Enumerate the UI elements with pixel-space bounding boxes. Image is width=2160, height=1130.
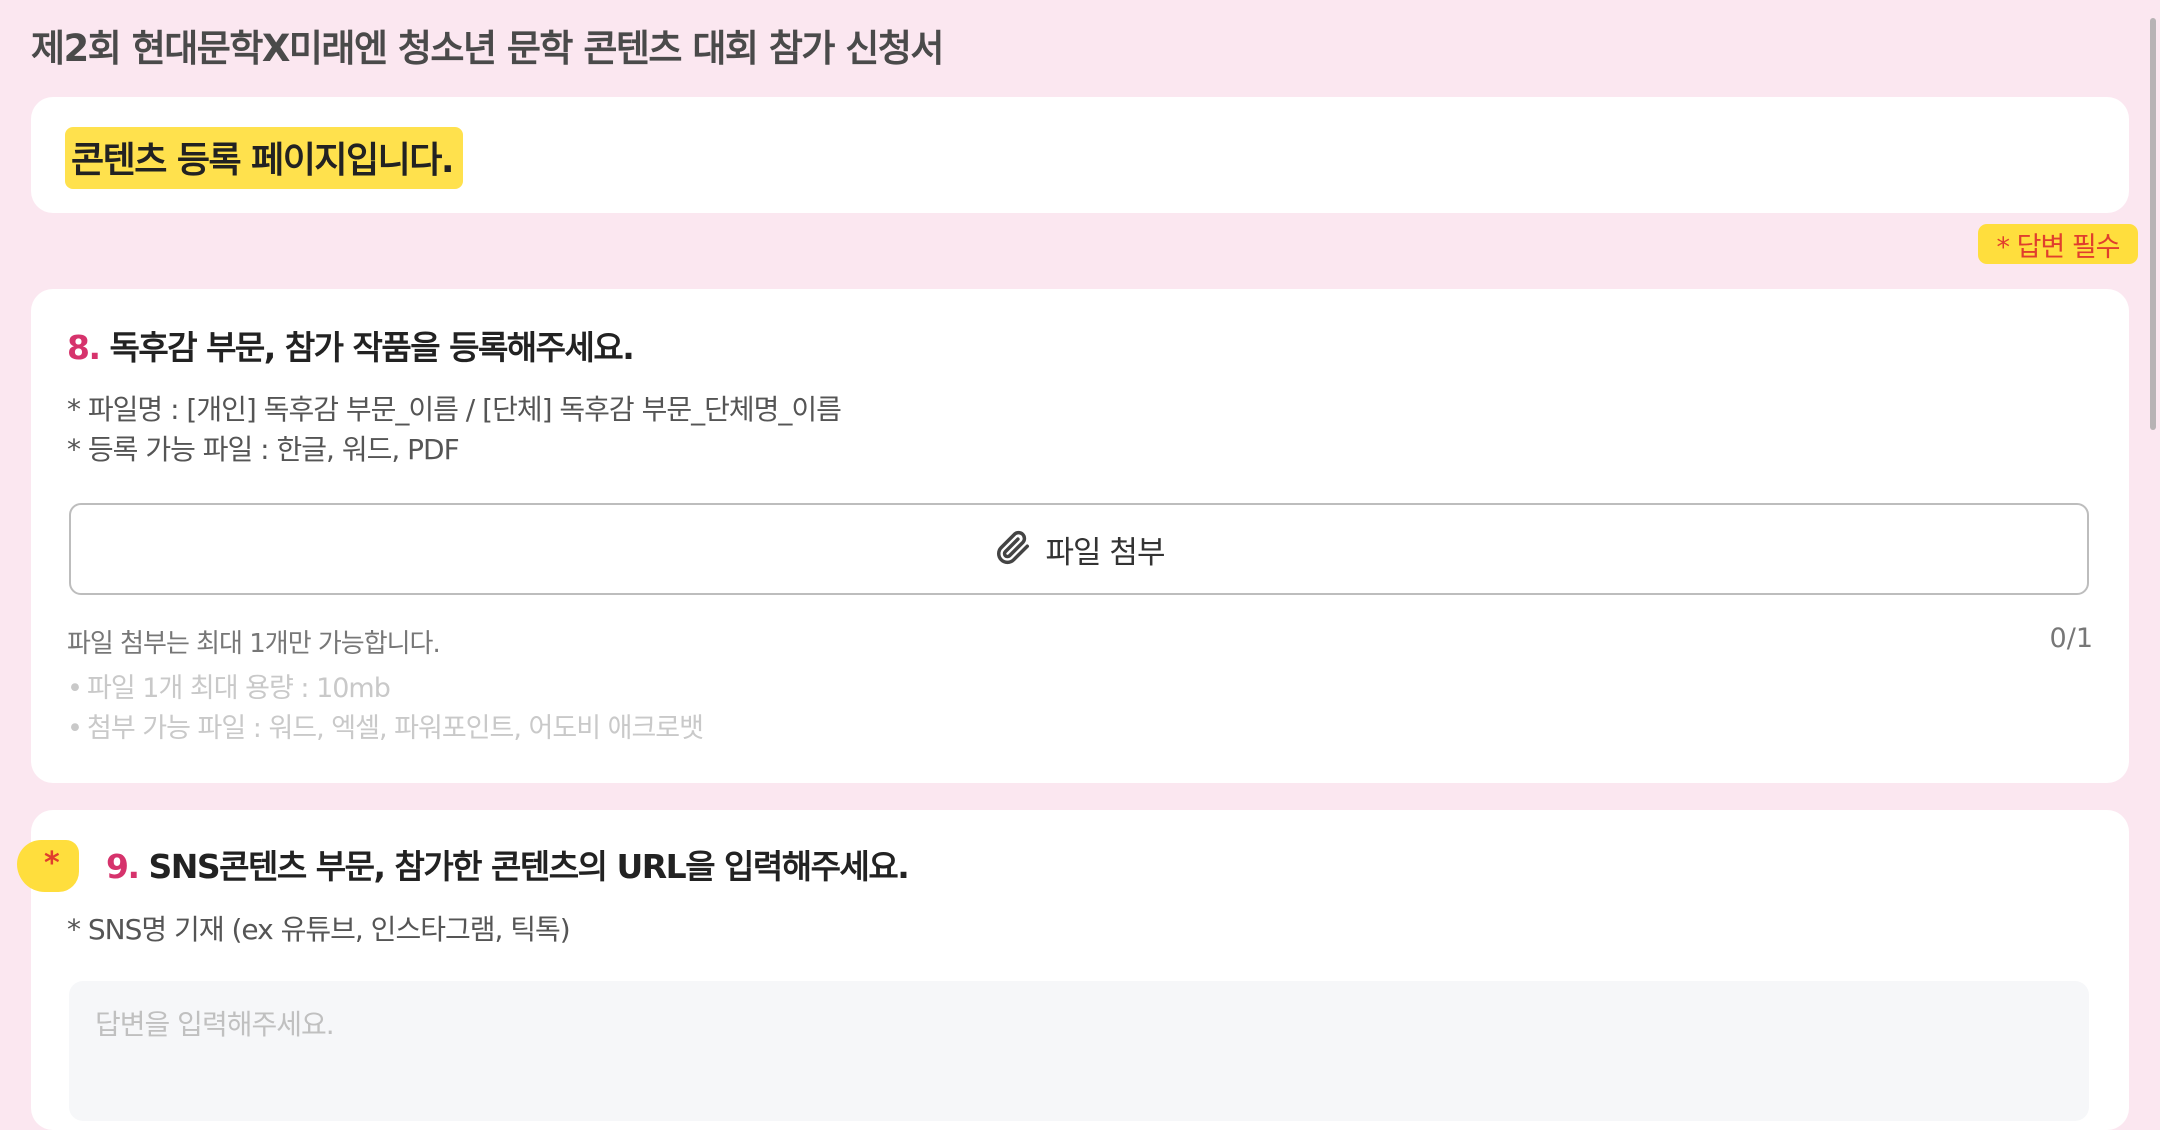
- page-title: 제2회 현대문학X미래엔 청소년 문학 콘텐츠 대회 참가 신청서: [31, 27, 944, 70]
- attach-info-text: 첨부 가능 파일 : 워드, 엑셀, 파워포인트, 어도비 애크로뱃: [87, 713, 704, 744]
- question-9-number: 9.: [106, 847, 140, 886]
- intro-text: 콘텐츠 등록 페이지입니다.: [65, 127, 464, 189]
- question-8-title: 8. 독후감 부문, 참가 작품을 등록해주세요.: [67, 321, 635, 369]
- scrollbar-thumb[interactable]: [2150, 18, 2156, 430]
- attach-file-button[interactable]: 파일 첨부: [69, 503, 2089, 595]
- attach-count: 0/1: [2049, 623, 2093, 654]
- question-8-desc-line: * 파일명 : [개인] 독후감 부문_이름 / [단체] 독후감 부문_단체명…: [67, 393, 842, 426]
- attach-info-item: • 파일 1개 최대 용량 : 10mb: [67, 673, 391, 704]
- attach-info-text: 파일 1개 최대 용량 : 10mb: [87, 673, 391, 704]
- question-8-title-text: 독후감 부문, 참가 작품을 등록해주세요.: [109, 328, 635, 367]
- question-9-title: 9. SNS콘텐츠 부문, 참가한 콘텐츠의 URL을 입력해주세요.: [106, 840, 910, 888]
- intro-card: 콘텐츠 등록 페이지입니다.: [31, 97, 2129, 213]
- paperclip-icon: [994, 528, 1032, 570]
- question-8-card: 8. 독후감 부문, 참가 작품을 등록해주세요. * 파일명 : [개인] 독…: [31, 289, 2129, 783]
- attach-info-list: • 파일 1개 최대 용량 : 10mb • 첨부 가능 파일 : 워드, 엑셀, …: [67, 669, 704, 749]
- question-9-card: 9. SNS콘텐츠 부문, 참가한 콘텐츠의 URL을 입력해주세요. * SN…: [31, 810, 2129, 1130]
- question-8-desc-line: * 등록 가능 파일 : 한글, 워드, PDF: [67, 433, 460, 466]
- attach-limit-text: 파일 첨부는 최대 1개만 가능합니다.: [67, 629, 441, 659]
- question-9-title-text: SNS콘텐츠 부문, 참가한 콘텐츠의 URL을 입력해주세요.: [148, 847, 910, 886]
- attach-file-label: 파일 첨부: [1045, 534, 1166, 571]
- attach-info-item: • 첨부 가능 파일 : 워드, 엑셀, 파워포인트, 어도비 애크로뱃: [67, 713, 704, 744]
- question-8-description: * 파일명 : [개인] 독후감 부문_이름 / [단체] 독후감 부문_단체명…: [67, 390, 842, 470]
- question-8-number: 8.: [67, 328, 101, 367]
- required-star: *: [44, 846, 60, 881]
- question-9-description: * SNS명 기재 (ex 유튜브, 인스타그램, 틱톡): [67, 913, 571, 946]
- scrollbar[interactable]: [2146, 0, 2160, 1097]
- sns-url-answer-input[interactable]: [69, 981, 2089, 1121]
- required-note: * 답변 필수: [1978, 224, 2138, 264]
